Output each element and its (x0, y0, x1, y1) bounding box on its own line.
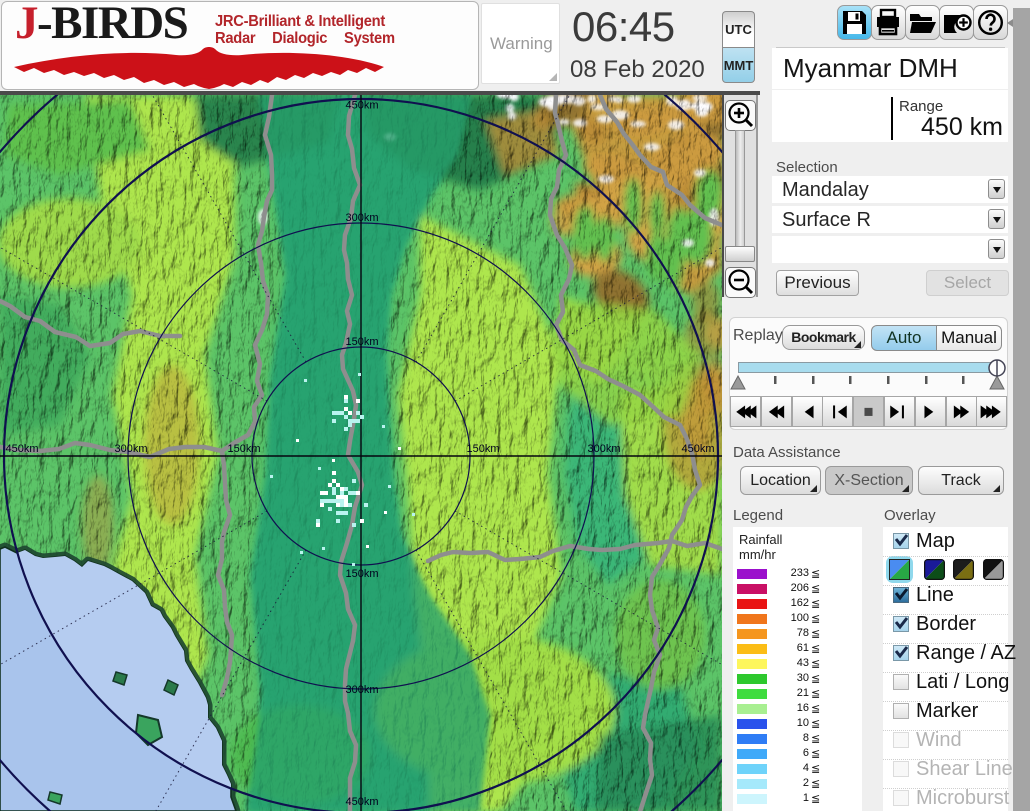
svg-text:150km: 150km (466, 443, 499, 455)
svg-text:150km: 150km (227, 443, 260, 455)
svg-text:150km: 150km (345, 336, 378, 348)
svg-text:150km: 150km (345, 568, 378, 580)
svg-text:300km: 300km (587, 443, 620, 455)
svg-text:450km: 450km (5, 443, 38, 455)
svg-text:300km: 300km (345, 212, 378, 224)
svg-text:450km: 450km (345, 796, 378, 808)
svg-text:450km: 450km (681, 443, 714, 455)
svg-text:300km: 300km (345, 684, 378, 696)
svg-text:300km: 300km (114, 443, 147, 455)
svg-text:450km: 450km (345, 100, 378, 112)
